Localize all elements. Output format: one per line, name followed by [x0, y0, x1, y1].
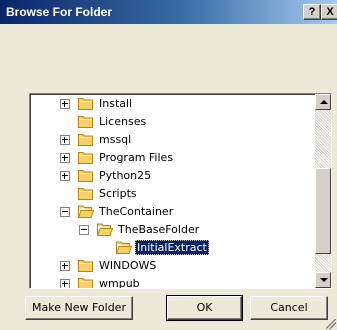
tree-item[interactable]: mssql	[30, 131, 314, 149]
scroll-up-button[interactable]	[315, 94, 331, 110]
expand-plus-icon[interactable]	[60, 99, 70, 109]
cancel-button[interactable]: Cancel	[250, 296, 328, 320]
help-button[interactable]: ?	[303, 4, 321, 20]
tree-item-label: WINDOWS	[99, 259, 157, 272]
tree-item-label: wmpub	[99, 277, 140, 288]
tree-item[interactable]: TheBaseFolder	[30, 221, 314, 239]
tree-item-label: Scripts	[99, 187, 137, 200]
make-new-folder-label: Make New Folder	[32, 301, 126, 314]
resize-grip[interactable]	[326, 319, 336, 329]
open-folder-icon	[96, 223, 114, 236]
close-button[interactable]: X	[321, 4, 337, 20]
tree-item[interactable]: TheContainer	[30, 203, 314, 221]
arrow-up-icon	[320, 100, 328, 104]
scroll-thumb[interactable]	[315, 168, 331, 254]
cancel-label: Cancel	[270, 301, 308, 314]
collapse-minus-icon[interactable]	[79, 225, 89, 235]
scroll-down-button[interactable]	[315, 272, 331, 288]
tree-item-label: Install	[99, 97, 133, 110]
expand-plus-icon[interactable]	[60, 279, 70, 288]
tree-item[interactable]: Licenses	[30, 113, 314, 131]
tree-item[interactable]: WINDOWS	[30, 257, 314, 275]
folder-icon	[78, 151, 94, 164]
tree-item-label: InitialExtract	[135, 240, 209, 255]
folder-icon	[78, 259, 94, 272]
make-new-folder-button[interactable]: Make New Folder	[25, 296, 133, 320]
tree-item-label: TheContainer	[99, 205, 174, 218]
arrow-down-icon	[320, 278, 328, 282]
expand-plus-icon[interactable]	[60, 135, 70, 145]
expand-plus-icon[interactable]	[60, 153, 70, 163]
tree-item-label: Python25	[99, 169, 152, 182]
tree-item[interactable]: Python25	[30, 167, 314, 185]
tree-item[interactable]: Scripts	[30, 185, 314, 203]
open-folder-icon	[115, 241, 133, 254]
tree-item[interactable]: wmpub	[30, 275, 314, 288]
folder-tree-list: Install Licenses mssql Program Files Python2…	[30, 94, 314, 288]
tree-item[interactable]: Install	[30, 95, 314, 113]
tree-item-label: Licenses	[99, 115, 147, 128]
ok-button[interactable]: OK	[166, 295, 243, 321]
folder-icon	[78, 187, 94, 200]
expand-plus-icon[interactable]	[60, 171, 70, 181]
folder-icon	[78, 115, 94, 128]
ok-label: OK	[196, 301, 213, 314]
tree-item-label: mssql	[99, 133, 132, 146]
folder-tree[interactable]: Install Licenses mssql Program Files Python2…	[29, 93, 332, 289]
tree-item-label: Program Files	[99, 151, 174, 164]
folder-icon	[78, 97, 94, 110]
open-folder-icon	[77, 205, 95, 218]
tree-item-label: TheBaseFolder	[118, 223, 200, 236]
tree-item[interactable]: InitialExtract	[30, 239, 314, 257]
folder-icon	[78, 133, 94, 146]
folder-icon	[78, 277, 94, 288]
folder-icon	[78, 169, 94, 182]
collapse-minus-icon[interactable]	[60, 207, 70, 217]
title-bar[interactable]: Browse For Folder ? X	[0, 0, 337, 24]
tree-item[interactable]: Program Files	[30, 149, 314, 167]
vertical-scrollbar[interactable]	[315, 94, 331, 288]
window-title: Browse For Folder	[6, 5, 113, 19]
expand-plus-icon[interactable]	[60, 261, 70, 271]
